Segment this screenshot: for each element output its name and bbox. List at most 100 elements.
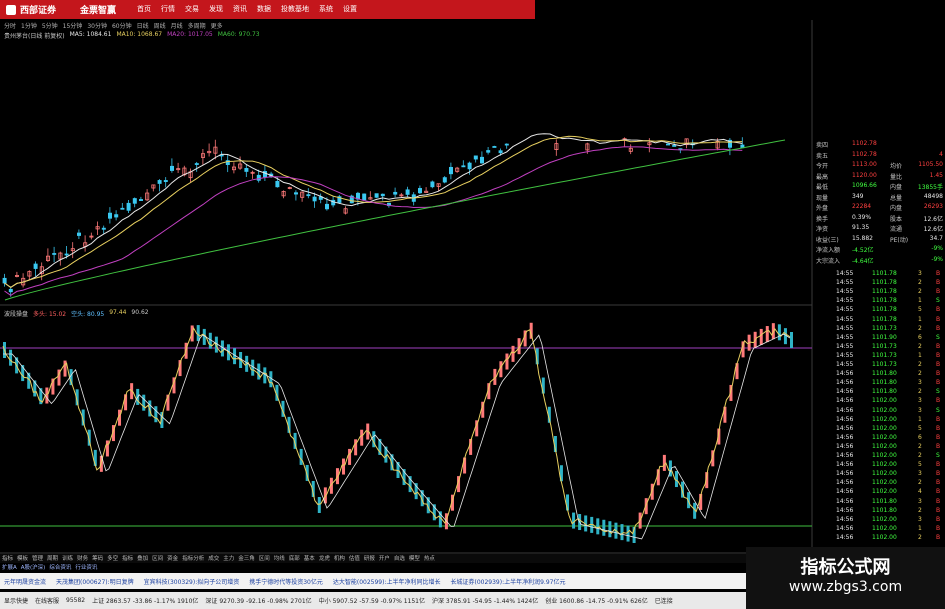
news-tabs: 扩展A A股(沪深) 综合资讯 行业资讯 xyxy=(0,563,742,572)
osc-legend-item-1: 多头: 15.02 xyxy=(33,311,67,318)
tick-volume: 2 xyxy=(918,479,922,487)
news-item-0[interactable]: 元年明晟资金流 xyxy=(4,577,46,586)
candle-body xyxy=(293,192,298,195)
indicator-tab-27[interactable]: 热点 xyxy=(424,554,435,563)
indicator-tab-9[interactable]: 叠加 xyxy=(137,554,148,563)
tick-time: 14:56 xyxy=(836,370,854,378)
tick-side: B xyxy=(936,351,941,359)
tick-volume: 3 xyxy=(918,379,922,387)
quote-label: 卖五 xyxy=(816,152,829,160)
quote-value-2: -9% xyxy=(931,255,943,263)
news-item-1[interactable]: 天茂集团(000627):明日复牌 xyxy=(56,577,134,586)
indicator-tab-21[interactable]: 机构 xyxy=(334,554,345,563)
tick-side: B xyxy=(936,461,941,469)
indicator-tab-19[interactable]: 基本 xyxy=(304,554,315,563)
quote-value: 15.882 xyxy=(852,234,873,242)
indicator-tab-20[interactable]: 龙虎 xyxy=(319,554,330,563)
tick-volume: 2 xyxy=(918,342,922,350)
indicator-tab-7[interactable]: 多空 xyxy=(107,554,118,563)
tick-side: S xyxy=(936,452,940,459)
candle-body xyxy=(194,163,199,165)
indicator-tab-18[interactable]: 底部 xyxy=(289,554,300,563)
tick-side: B xyxy=(936,442,941,450)
indicator-tab-23[interactable]: 研报 xyxy=(364,554,375,563)
ma10-line xyxy=(4,135,743,289)
tick-side: B xyxy=(936,379,941,387)
quote-label-2: PE(动) xyxy=(890,236,909,244)
site-watermark: 指标公式网 www.zbgs3.com xyxy=(746,547,945,609)
candle-body xyxy=(64,253,69,256)
tick-time: 14:55 xyxy=(836,315,854,323)
candle-body xyxy=(461,165,466,168)
indicator-tab-2[interactable]: 管理 xyxy=(32,554,43,563)
indicator-tab-16[interactable]: 区间 xyxy=(259,554,270,563)
indicator-tab-15[interactable]: 金三角 xyxy=(238,554,255,563)
tick-volume: 1 xyxy=(918,351,922,359)
tick-side: B xyxy=(936,306,941,314)
candle-body xyxy=(256,174,261,181)
osc-bar xyxy=(45,387,49,404)
indicator-tab-13[interactable]: 成交 xyxy=(208,554,219,563)
indicator-tab-12[interactable]: 指标分析 xyxy=(182,554,204,563)
trading-app: 西部证券 金票智赢 首页 行情 交易 发现 资讯 数据 投教基地 系统 设置 分时 1分钟 5分钟 1… xyxy=(0,0,945,609)
quote-row: 今开 1113.00 均价 1105.50 xyxy=(814,161,945,171)
tick-row: 14:56 1102.00 2 B xyxy=(814,534,945,544)
quote-value: 349 xyxy=(852,192,864,200)
quote-label: 最高 xyxy=(816,173,829,181)
osc-bar xyxy=(662,454,666,471)
indicator-tab-1[interactable]: 模板 xyxy=(17,554,28,563)
tick-time: 14:55 xyxy=(836,351,854,359)
osc-legend-item-4: 90.62 xyxy=(131,309,149,316)
indicator-tab-4[interactable]: 训练 xyxy=(62,554,73,563)
tick-volume: 2 xyxy=(918,279,922,287)
quote-label: 最低 xyxy=(816,184,829,191)
status-item-1: 在线客服 xyxy=(35,598,60,605)
tick-side: B xyxy=(936,315,941,323)
tick-time: 14:56 xyxy=(836,406,854,414)
news-item-4[interactable]: 达大智能(002599):上半年净利同比增长 xyxy=(333,577,441,586)
indicator-tab-6[interactable]: 筹码 xyxy=(92,554,103,563)
indicator-tab-11[interactable]: 资金 xyxy=(167,554,178,563)
quote-label-2: 均价 xyxy=(890,163,903,170)
news-item-5[interactable]: 长城证券(002939):上半年净利润9.97亿元 xyxy=(450,577,565,586)
indicator-tab-5[interactable]: 财务 xyxy=(77,554,88,563)
indicator-tab-10[interactable]: 区间 xyxy=(152,554,163,563)
tick-volume: 4 xyxy=(918,488,922,496)
tick-time: 14:56 xyxy=(836,424,854,432)
news-tab-1[interactable]: A股(沪深) xyxy=(21,563,46,572)
oscillator-legend: 波段操盘 多头: 15.02 空头: 80.95 97.44 90.62 xyxy=(4,309,149,318)
news-item-2[interactable]: 宜宾科技(300329):拟向子公司增资 xyxy=(144,577,240,586)
quote-row: 净资 91.35 流通 12.6亿 xyxy=(814,224,945,234)
osc-bar xyxy=(596,518,600,535)
osc-bar xyxy=(608,521,612,538)
indicator-tab-17[interactable]: 均线 xyxy=(274,554,285,563)
quote-label: 净资 xyxy=(816,226,829,233)
tick-side: B xyxy=(936,397,941,405)
indicator-tab-14[interactable]: 主力 xyxy=(223,554,234,563)
candle-body xyxy=(306,194,311,197)
candle-body xyxy=(120,207,125,210)
indicator-tab-0[interactable]: 指标 xyxy=(2,554,13,563)
status-item-8: 已连接 xyxy=(654,598,673,605)
indicator-tab-8[interactable]: 指标 xyxy=(122,554,133,563)
indicator-tab-25[interactable]: 自选 xyxy=(394,554,405,563)
kline-chart[interactable]: 892.5863.1834.0804.9775.8746.780.0060.00… xyxy=(0,0,945,609)
osc-bar xyxy=(354,439,358,456)
tick-volume: 5 xyxy=(918,461,922,469)
news-item-3[interactable]: 携手宁德时代等投资30亿元 xyxy=(249,577,323,586)
indicator-tab-24[interactable]: 开户 xyxy=(379,554,390,563)
news-tab-3[interactable]: 行业资讯 xyxy=(75,563,97,572)
quote-row: 最低 1096.66 内盘 13855手 xyxy=(814,182,945,192)
indicator-tab-26[interactable]: 模型 xyxy=(409,554,420,563)
tick-time: 14:55 xyxy=(836,306,854,314)
quote-value-2: 12.6亿 xyxy=(923,226,943,233)
indicator-tab-3[interactable]: 周期 xyxy=(47,554,58,563)
indicator-tab-22[interactable]: 估值 xyxy=(349,554,360,563)
quote-value-2: 1.45 xyxy=(929,171,943,179)
quote-value: -4.52亿 xyxy=(852,247,874,254)
tick-time: 14:56 xyxy=(836,433,854,441)
tick-side: B xyxy=(936,433,941,441)
news-tab-0[interactable]: 扩展A xyxy=(2,563,17,572)
news-tab-2[interactable]: 综合资讯 xyxy=(49,563,71,572)
tick-volume: 1 xyxy=(918,524,922,532)
